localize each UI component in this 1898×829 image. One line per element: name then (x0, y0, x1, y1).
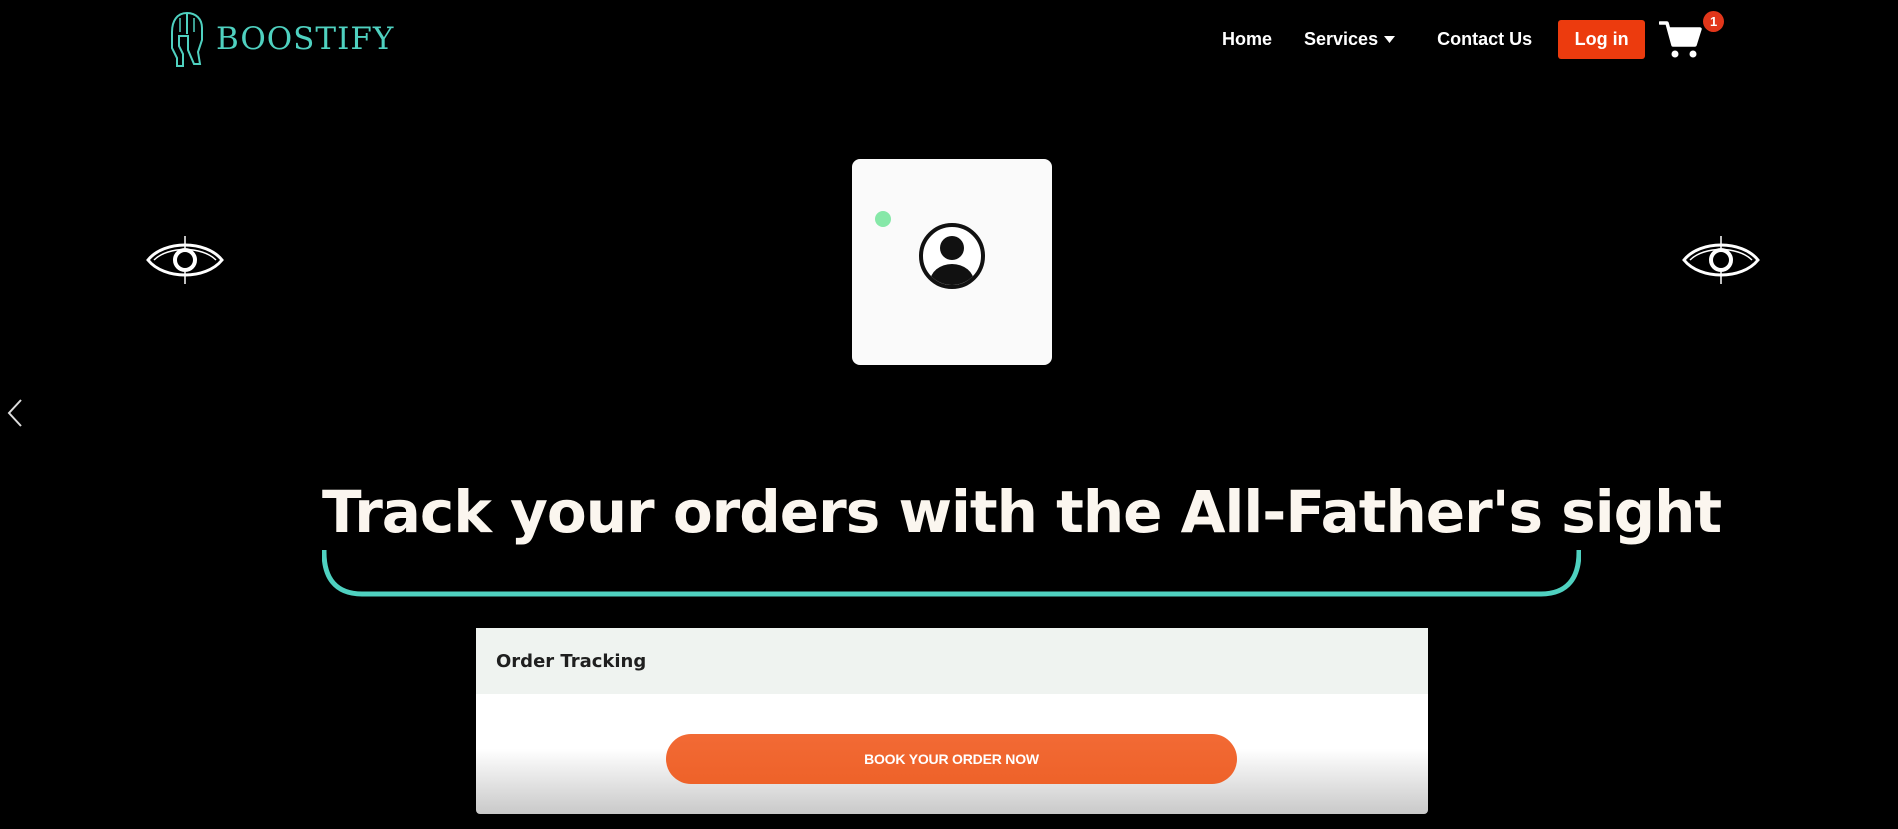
login-button[interactable]: Log in (1558, 19, 1646, 59)
order-tracking-panel: Order Tracking BOOK YOUR ORDER NOW (476, 628, 1428, 814)
user-avatar-icon (919, 223, 985, 289)
brand-name: BOOSTIFY (216, 20, 395, 57)
book-order-button[interactable]: BOOK YOUR ORDER NOW (666, 734, 1237, 784)
avatar-card (852, 159, 1052, 365)
nav-home-link[interactable]: Home (1222, 29, 1272, 50)
nav-contact-link[interactable]: Contact Us (1437, 29, 1532, 50)
main-nav: Home Services Contact Us Log in 1 (1222, 11, 1725, 59)
cart-button[interactable]: 1 (1658, 11, 1725, 59)
order-tracking-title: Order Tracking (476, 628, 1428, 694)
cart-count-badge: 1 (1703, 11, 1725, 32)
caret-down-icon (1384, 35, 1396, 43)
nav-services-link[interactable]: Services (1304, 28, 1396, 50)
hero-headline: Track your orders with the All-Father's … (322, 478, 1722, 546)
page: BOOSTIFY Home Services Contact Us Log in… (0, 0, 1898, 829)
hero-headline-block: Track your orders with the All-Father's … (322, 470, 1722, 598)
shopping-cart-icon (1658, 21, 1702, 58)
eye-crosshair-icon (1682, 236, 1760, 284)
nav-services-label: Services (1304, 28, 1379, 49)
online-status-dot (875, 211, 891, 227)
eye-crosshair-icon (146, 236, 224, 284)
carousel-prev-arrow-icon[interactable] (6, 398, 24, 428)
spartan-helmet-icon (171, 11, 203, 67)
brand-logo[interactable]: BOOSTIFY (168, 10, 394, 68)
